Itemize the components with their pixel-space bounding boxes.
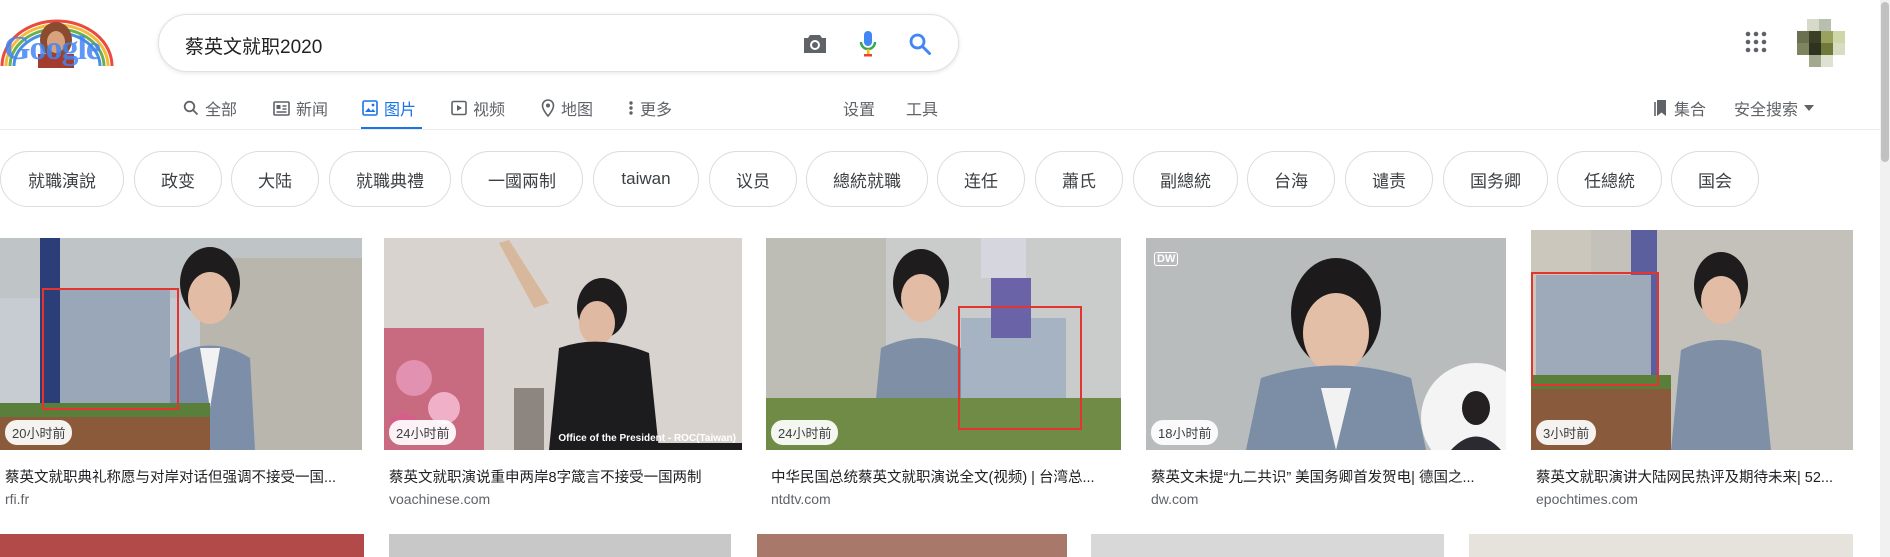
search-box[interactable]: 蔡英文就职2020 bbox=[158, 14, 959, 72]
tab-more[interactable]: 更多 bbox=[628, 86, 672, 130]
tab-label: 工具 bbox=[906, 102, 939, 119]
annotation-box bbox=[42, 288, 179, 410]
tab-label: 地图 bbox=[561, 102, 594, 119]
result-thumbnail-partial[interactable] bbox=[757, 534, 1067, 557]
tab-label: 设置 bbox=[843, 102, 876, 119]
chip[interactable]: 蕭氏 bbox=[1035, 151, 1123, 207]
result-title[interactable]: 蔡英文就职演说重申两岸8字箴言不接受一国两制 bbox=[389, 466, 747, 487]
google-image-search-page: { "search": { "query": "蔡英文就职2020" }, "l… bbox=[0, 0, 1890, 557]
chip[interactable]: 就職典禮 bbox=[329, 151, 451, 207]
search-icon[interactable] bbox=[904, 28, 936, 60]
safe-search-label: 安全搜索 bbox=[1734, 102, 1799, 119]
result-thumbnail[interactable]: 24小时前 bbox=[766, 238, 1121, 450]
tab-label: 全部 bbox=[205, 102, 238, 119]
tab-videos[interactable]: 视频 bbox=[451, 86, 505, 130]
logo-text: Google bbox=[4, 30, 101, 67]
annotation-box bbox=[1531, 272, 1659, 386]
result-thumbnail-partial[interactable] bbox=[0, 534, 364, 557]
result-title[interactable]: 蔡英文未提“九二共识” 美国务卿首发贺电| 德国之... bbox=[1151, 466, 1511, 487]
time-badge: 24小时前 bbox=[389, 420, 457, 445]
chip[interactable]: 国会 bbox=[1671, 151, 1759, 207]
result-thumbnail-partial[interactable] bbox=[389, 534, 731, 557]
scrollbar-thumb[interactable] bbox=[1881, 2, 1889, 162]
annotation-box bbox=[958, 306, 1082, 430]
safe-search-dropdown[interactable]: 安全搜索 bbox=[1734, 86, 1815, 130]
video-icon bbox=[451, 100, 467, 116]
time-badge: 3小时前 bbox=[1536, 420, 1597, 445]
chip[interactable]: 副總統 bbox=[1133, 151, 1238, 207]
collections-button[interactable]: 集合 bbox=[1654, 86, 1706, 130]
tab-all[interactable]: 全部 bbox=[183, 86, 237, 130]
result-thumbnail[interactable]: 3小时前 bbox=[1531, 230, 1853, 450]
search-input[interactable]: 蔡英文就职2020 bbox=[185, 32, 322, 59]
bookmark-icon bbox=[1654, 100, 1666, 116]
tab-news[interactable]: 新闻 bbox=[273, 86, 328, 130]
tab-label: 新闻 bbox=[296, 102, 329, 119]
time-badge: 24小时前 bbox=[771, 420, 839, 445]
result-thumbnail-partial[interactable] bbox=[1091, 534, 1444, 557]
apps-grid-icon[interactable] bbox=[1744, 30, 1768, 54]
result-thumbnail[interactable]: 24小时前 Office of the President - ROC(Taiw… bbox=[384, 238, 742, 450]
result-thumbnail[interactable]: 20小时前 bbox=[0, 238, 362, 450]
result-title[interactable]: 蔡英文就职演讲大陆网民热评及期待未来| 52... bbox=[1536, 466, 1858, 487]
tab-label: 更多 bbox=[640, 102, 673, 119]
result-domain[interactable]: dw.com bbox=[1151, 491, 1198, 507]
tab-label: 图片 bbox=[384, 102, 417, 119]
chip[interactable]: 谴责 bbox=[1345, 151, 1433, 207]
chip[interactable]: 台海 bbox=[1247, 151, 1335, 207]
chip[interactable]: 国务卿 bbox=[1443, 151, 1548, 207]
microphone-icon[interactable] bbox=[852, 28, 884, 60]
chip[interactable]: 一國兩制 bbox=[461, 151, 583, 207]
tab-maps[interactable]: 地图 bbox=[541, 86, 593, 130]
chip[interactable]: 议员 bbox=[709, 151, 797, 207]
time-badge: 18小时前 bbox=[1151, 420, 1219, 445]
more-vert-icon bbox=[629, 101, 633, 115]
result-thumbnail-partial[interactable] bbox=[1469, 534, 1853, 557]
camera-icon[interactable] bbox=[799, 28, 831, 60]
chevron-down-icon bbox=[1804, 105, 1815, 111]
result-domain[interactable]: epochtimes.com bbox=[1536, 491, 1638, 507]
chip[interactable]: 连任 bbox=[937, 151, 1025, 207]
dw-watermark: DW bbox=[1154, 252, 1179, 266]
chip[interactable]: 任總統 bbox=[1557, 151, 1662, 207]
image-icon bbox=[362, 100, 378, 116]
search-tabs: 全部 新闻 图片 视频 地图 更多 设置 工具 集合 安全搜索 bbox=[0, 86, 1890, 130]
header-divider bbox=[0, 129, 1890, 130]
search-icon bbox=[183, 100, 199, 116]
news-icon bbox=[273, 100, 290, 116]
chip[interactable]: 總統就職 bbox=[806, 151, 928, 207]
time-badge: 20小时前 bbox=[5, 420, 73, 445]
result-domain[interactable]: ntdtv.com bbox=[771, 491, 831, 507]
tab-label: 视频 bbox=[473, 102, 506, 119]
result-thumbnail[interactable]: DW 18小时前 bbox=[1146, 238, 1506, 450]
result-title[interactable]: 中华民国总统蔡英文就职演说全文(视频) | 台湾总... bbox=[771, 466, 1126, 487]
google-doodle-logo[interactable]: Google bbox=[0, 18, 114, 68]
chip[interactable]: 大陆 bbox=[231, 151, 319, 207]
collections-label: 集合 bbox=[1674, 102, 1707, 119]
result-domain[interactable]: voachinese.com bbox=[389, 491, 490, 507]
avatar[interactable] bbox=[1797, 19, 1849, 67]
tab-settings[interactable]: 设置 bbox=[843, 86, 875, 130]
tab-tools[interactable]: 工具 bbox=[906, 86, 938, 130]
chip[interactable]: 就職演說 bbox=[0, 151, 124, 207]
chip[interactable]: 政变 bbox=[134, 151, 222, 207]
result-title[interactable]: 蔡英文就职典礼称愿与对岸对话但强调不接受一国... bbox=[5, 466, 367, 487]
image-caption: Office of the President - ROC(Taiwan) bbox=[558, 433, 736, 444]
tab-images[interactable]: 图片 bbox=[360, 86, 423, 130]
chip[interactable]: taiwan bbox=[593, 151, 699, 207]
result-domain[interactable]: rfi.fr bbox=[5, 491, 29, 507]
map-pin-icon bbox=[541, 99, 555, 117]
